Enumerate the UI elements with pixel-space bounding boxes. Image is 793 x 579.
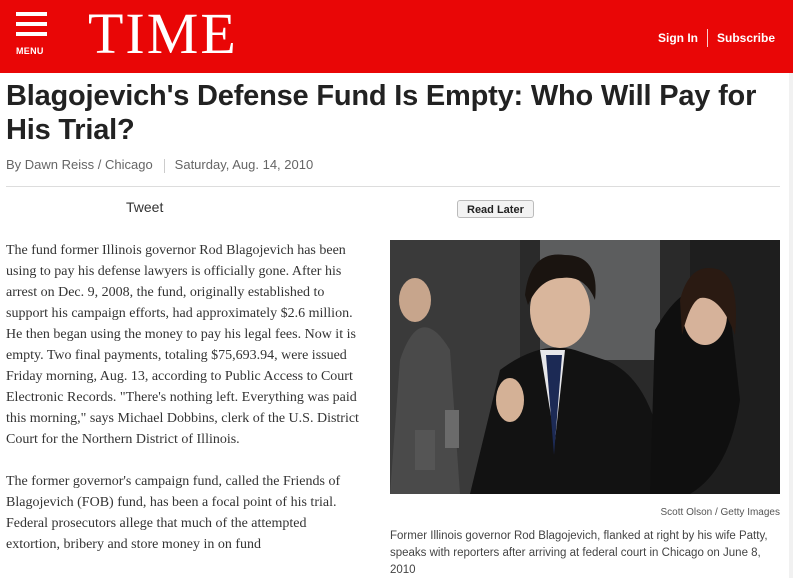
article-body: The fund former Illinois governor Rod Bl… xyxy=(6,240,362,576)
publish-date: Saturday, Aug. 14, 2010 xyxy=(174,157,314,172)
read-later-button[interactable]: Read Later xyxy=(457,200,534,218)
time-logo[interactable]: TIME xyxy=(88,4,238,64)
photo-credit: Scott Olson / Getty Images xyxy=(660,507,781,518)
menu-label: MENU xyxy=(16,46,44,56)
subscribe-link[interactable]: Subscribe xyxy=(717,31,775,45)
header-divider xyxy=(707,29,708,47)
article-headline: Blagojevich's Defense Fund Is Empty: Who… xyxy=(6,80,757,146)
hamburger-icon xyxy=(16,12,47,16)
top-navigation-bar: MENU TIME Sign In Subscribe xyxy=(0,0,793,73)
tweet-button[interactable]: Tweet xyxy=(126,199,163,215)
byline-divider xyxy=(163,158,165,173)
hamburger-icon-bar xyxy=(16,32,47,36)
article-paragraph: The fund former Illinois governor Rod Bl… xyxy=(6,243,359,447)
scrollbar[interactable] xyxy=(789,73,793,578)
author-byline[interactable]: By Dawn Reiss / Chicago xyxy=(6,157,153,172)
photo-caption: Former Illinois governor Rod Blagojevich… xyxy=(390,530,768,576)
sign-in-link[interactable]: Sign In xyxy=(658,31,698,45)
photo-illustration xyxy=(390,240,780,494)
article-paragraph: The former governor's campaign fund, cal… xyxy=(6,474,341,552)
horizontal-divider xyxy=(6,186,780,187)
hamburger-icon-bar xyxy=(16,22,47,26)
menu-button[interactable]: MENU xyxy=(16,12,48,56)
byline: By Dawn Reiss / Chicago Saturday, Aug. 14… xyxy=(6,157,313,173)
article-photo[interactable] xyxy=(390,240,780,494)
